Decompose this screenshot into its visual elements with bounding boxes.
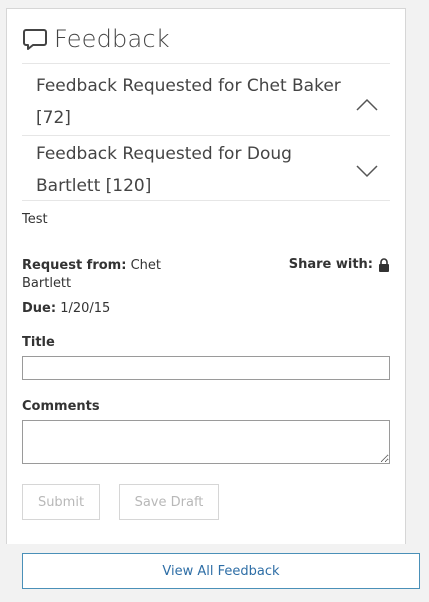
save-draft-button[interactable]: Save Draft <box>119 484 219 520</box>
chevron-up-icon[interactable] <box>356 97 378 111</box>
feedback-panel: Feedback Feedback Requested for Chet Bak… <box>6 8 406 544</box>
title-input[interactable] <box>22 356 390 380</box>
due-value: 1/20/15 <box>60 301 111 316</box>
share-with: Share with: <box>289 257 390 272</box>
lock-icon <box>379 257 389 272</box>
request-from: Request from: Chet Bartlett <box>22 257 172 293</box>
due-label: Due: <box>22 301 57 316</box>
accordion-title: Feedback Requested for Chet Baker [72] <box>36 76 341 128</box>
panel-title: Feedback <box>54 25 170 53</box>
request-from-label: Request from: <box>22 258 127 273</box>
feedback-description: Test <box>22 212 48 227</box>
accordion-title: Feedback Requested for Doug Bartlett [12… <box>36 144 292 196</box>
comments-label: Comments <box>22 399 100 414</box>
panel-header: Feedback <box>22 25 170 53</box>
speech-bubble-icon <box>23 29 47 50</box>
submit-button[interactable]: Submit <box>22 484 100 520</box>
accordion-feedback-doug-bartlett[interactable]: Feedback Requested for Doug Bartlett [12… <box>22 135 390 201</box>
title-label: Title <box>22 335 55 350</box>
accordion-feedback-chet-baker[interactable]: Feedback Requested for Chet Baker [72] <box>22 63 390 134</box>
chevron-down-icon[interactable] <box>356 164 378 178</box>
due-date: Due: 1/20/15 <box>22 301 110 316</box>
comments-textarea[interactable] <box>22 420 390 464</box>
share-with-label: Share with: <box>288 257 373 272</box>
view-all-feedback-button[interactable]: View All Feedback <box>22 553 420 589</box>
